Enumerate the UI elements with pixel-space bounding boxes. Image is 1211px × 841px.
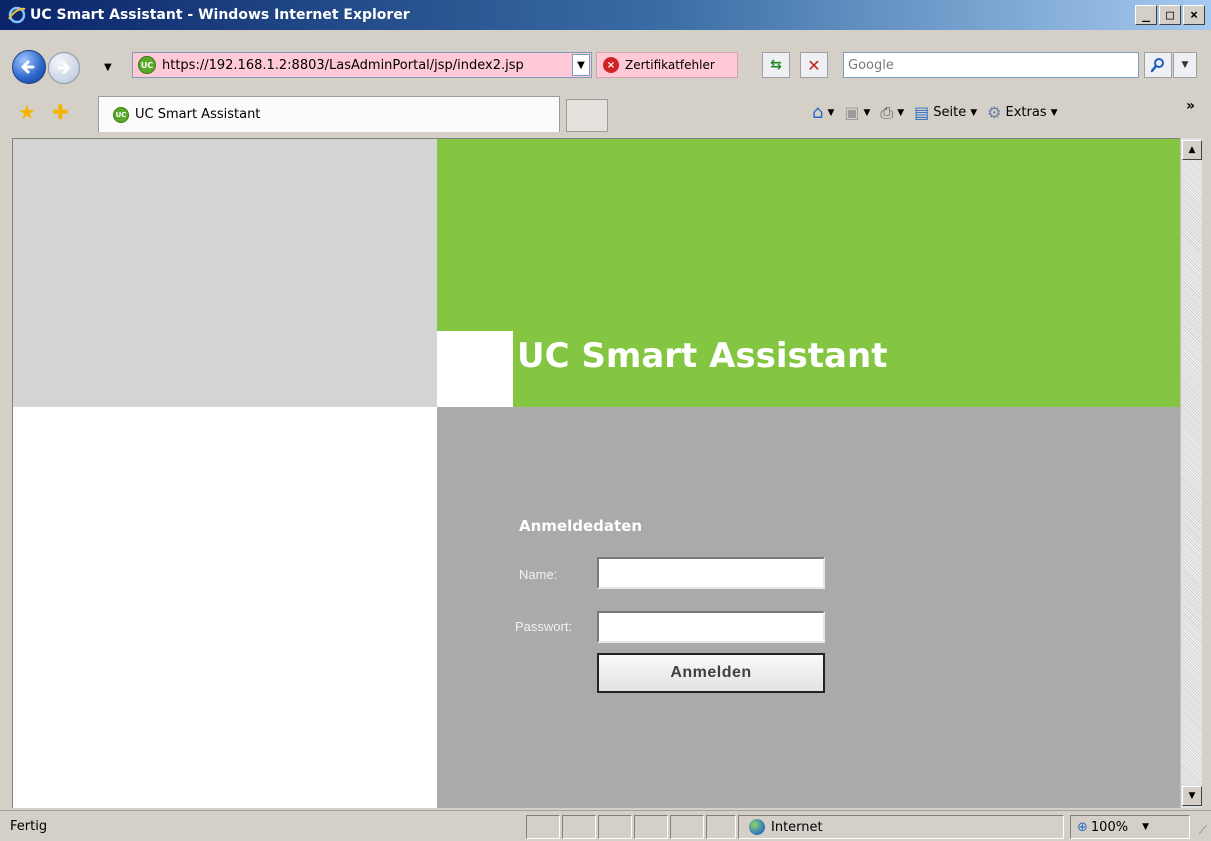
zoom-control[interactable]: ⊕ 100% ▼: [1070, 815, 1190, 839]
login-heading: Anmeldedaten: [519, 517, 643, 535]
search-input[interactable]: Google: [843, 52, 1139, 78]
certificate-error-label: Zertifikatfehler: [625, 58, 715, 72]
more-commands-chevron-icon[interactable]: »: [1186, 98, 1195, 114]
address-url[interactable]: https://192.168.1.2:8803/LasAdminPortal/…: [162, 58, 576, 73]
new-tab-button[interactable]: [566, 99, 608, 132]
command-bar: ⌂ ▼ ▣ ▼ ⎙ ▼ ▤ Seite ▼ ⚙ Extras ▼: [812, 102, 1064, 123]
history-dropdown-icon[interactable]: ▼: [104, 62, 112, 73]
status-cell: [598, 815, 632, 839]
scroll-down-button[interactable]: ▼: [1182, 786, 1202, 806]
feeds-icon[interactable]: ▣: [844, 103, 859, 122]
site-favicon-icon: UC: [138, 56, 156, 74]
search-options-dropdown-icon[interactable]: ▼: [1173, 52, 1197, 78]
tab-uc-smart-assistant[interactable]: UC UC Smart Assistant: [98, 96, 560, 132]
internet-globe-icon: [749, 819, 765, 835]
feeds-dropdown-icon[interactable]: ▼: [863, 108, 870, 118]
print-icon[interactable]: ⎙: [880, 103, 893, 123]
arrow-left-icon: [21, 60, 35, 74]
status-cell: [670, 815, 704, 839]
left-grey-block: [13, 139, 437, 407]
zoom-icon: ⊕: [1077, 819, 1088, 835]
close-button[interactable]: ×: [1183, 5, 1205, 25]
navigation-bar: ▼ UC https://192.168.1.2:8803/LasAdminPo…: [0, 30, 1211, 94]
maximize-button[interactable]: □: [1159, 5, 1181, 25]
login-button[interactable]: Anmelden: [597, 653, 825, 693]
tab-bar: ★ ✚ UC UC Smart Assistant ⌂ ▼ ▣ ▼ ⎙ ▼ ▤ …: [0, 94, 1211, 136]
title-bar: UC Smart Assistant - Windows Internet Ex…: [0, 0, 1211, 30]
password-field[interactable]: [597, 611, 825, 643]
tools-dropdown-icon[interactable]: ▼: [1051, 108, 1058, 118]
page-dropdown-icon[interactable]: ▼: [970, 108, 977, 118]
scroll-up-button[interactable]: ▲: [1182, 140, 1202, 160]
header-white-square: [437, 331, 513, 407]
home-dropdown-icon[interactable]: ▼: [827, 108, 834, 118]
add-favorites-icon[interactable]: ✚: [52, 100, 69, 124]
address-field[interactable]: UC https://192.168.1.2:8803/LasAdminPort…: [132, 52, 592, 78]
zoom-dropdown-icon[interactable]: ▼: [1142, 822, 1149, 832]
forward-button[interactable]: [48, 52, 80, 84]
password-label: Passwort:: [515, 619, 573, 634]
arrow-right-icon: [58, 62, 70, 74]
search-button[interactable]: [1144, 52, 1172, 78]
favorites-star-icon[interactable]: ★: [18, 100, 36, 124]
refresh-icon: ⇆: [770, 57, 782, 73]
search-icon: [1150, 58, 1164, 73]
zone-label: Internet: [771, 819, 823, 835]
page-title: UC Smart Assistant: [517, 336, 888, 376]
tab-label: UC Smart Assistant: [135, 107, 261, 122]
certificate-error-icon: ×: [603, 57, 619, 73]
resize-grip-icon[interactable]: ⟋: [1199, 823, 1207, 838]
refresh-button[interactable]: ⇆: [762, 52, 790, 78]
status-cell: [706, 815, 736, 839]
status-cell: [526, 815, 560, 839]
login-panel: Anmeldedaten Name: Passwort: Anmelden: [437, 407, 1180, 808]
ie-logo-icon: [8, 6, 26, 24]
home-icon[interactable]: ⌂: [812, 102, 823, 123]
status-text: Fertig: [10, 819, 48, 834]
status-bar: Fertig Internet ⊕ 100% ▼ ⟋: [0, 810, 1211, 841]
tab-favicon-icon: UC: [113, 106, 129, 123]
status-cell: [562, 815, 596, 839]
status-cell: [634, 815, 668, 839]
zoom-level: 100%: [1090, 819, 1129, 835]
tools-gear-icon: ⚙: [987, 103, 1002, 122]
stop-icon: ✕: [807, 55, 821, 75]
print-dropdown-icon[interactable]: ▼: [897, 108, 904, 118]
page-menu[interactable]: Seite: [933, 105, 966, 120]
minimize-button[interactable]: _: [1135, 5, 1157, 25]
back-button[interactable]: [12, 50, 46, 84]
window-title: UC Smart Assistant - Windows Internet Ex…: [30, 7, 410, 23]
security-zone[interactable]: Internet: [738, 815, 1064, 839]
tools-menu[interactable]: Extras: [1006, 105, 1047, 120]
stop-button[interactable]: ✕: [800, 52, 828, 78]
certificate-error-button[interactable]: × Zertifikatfehler: [596, 52, 738, 78]
name-label: Name:: [519, 567, 558, 582]
page-icon: ▤: [914, 103, 930, 122]
page-content: UC Smart Assistant Anmeldedaten Name: Pa…: [12, 138, 1180, 808]
address-dropdown-icon[interactable]: ▼: [572, 54, 590, 76]
name-field[interactable]: [597, 557, 825, 589]
vertical-scrollbar[interactable]: [1180, 138, 1202, 808]
window-controls: _ □ ×: [1135, 5, 1205, 25]
